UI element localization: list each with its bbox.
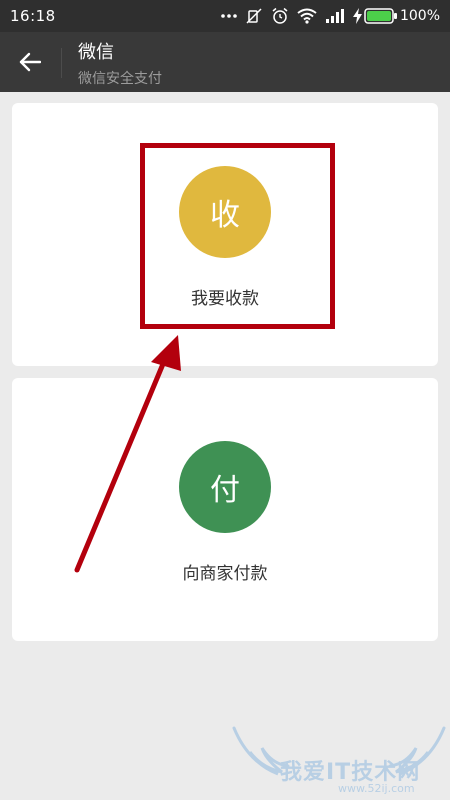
pay-merchant-card[interactable]: 付 向商家付款 [12, 378, 438, 641]
watermark-url: www.52ij.com [338, 782, 415, 795]
watermark-text: 我爱IT技术网 [280, 760, 421, 785]
wings-logo-icon [232, 726, 446, 776]
more-dots-icon [221, 14, 237, 18]
mute-icon [246, 8, 262, 24]
battery-indicator: 100% [352, 8, 440, 24]
title-bar: 微信 微信安全支付 [0, 32, 450, 92]
battery-percent: 100% [399, 8, 440, 24]
receive-icon-glyph: 收 [210, 198, 240, 233]
page-title: 微信 [78, 42, 114, 63]
watermark: 我爱IT技术网 www.52ij.com [228, 722, 450, 800]
pay-merchant-label: 向商家付款 [182, 564, 268, 584]
receive-icon: 收 [179, 166, 271, 258]
pay-icon-glyph: 付 [210, 473, 240, 508]
arrow-left-icon [19, 52, 41, 72]
signal-icon [325, 9, 344, 23]
receive-payment-card[interactable]: 收 我要收款 [12, 103, 438, 366]
status-icons: 100% [221, 7, 440, 25]
status-time: 16:18 [10, 7, 56, 25]
page-subtitle: 微信安全支付 [78, 71, 162, 87]
status-bar: 16:18 100% [0, 0, 450, 32]
charging-icon [352, 8, 362, 24]
wifi-icon [297, 8, 317, 24]
receive-payment-label: 我要收款 [191, 289, 259, 309]
back-button[interactable] [12, 44, 48, 80]
alarm-icon [272, 7, 288, 24]
battery-icon [364, 8, 397, 24]
pay-icon: 付 [179, 441, 271, 533]
title-divider [61, 48, 62, 78]
